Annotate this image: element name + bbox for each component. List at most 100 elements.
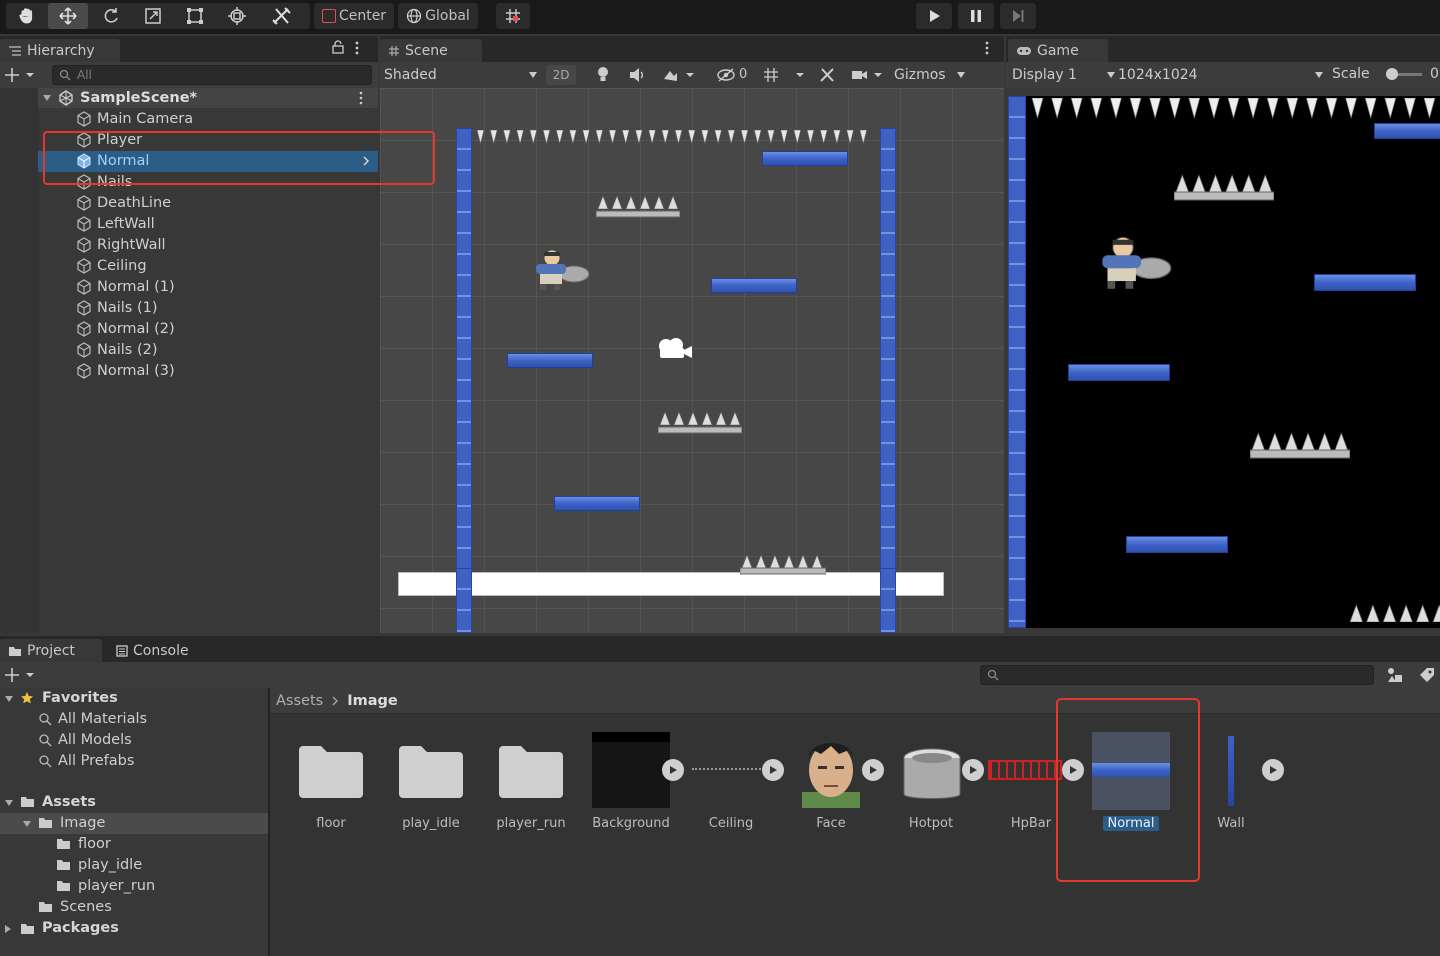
effects-icon[interactable] [662,67,696,83]
scene-more-icon[interactable] [358,91,364,105]
asset-label[interactable]: play_idle [383,816,479,831]
more-options-icon[interactable] [354,40,360,56]
hierarchy-item[interactable]: LeftWall [76,214,155,234]
expand-sprite-icon[interactable] [762,759,784,781]
asset-label[interactable]: Face [783,816,879,831]
tab-game[interactable]: Game [1008,39,1108,62]
background-thumbnail[interactable] [592,732,670,808]
scale-slider-handle[interactable] [1386,68,1398,80]
audio-icon[interactable] [628,67,646,83]
asset-label[interactable]: Hotpot [883,816,979,831]
lock-icon[interactable] [332,40,344,54]
custom-tool-icon[interactable] [260,3,304,29]
gizmos-dropdown[interactable]: Gizmos [894,65,980,85]
grid-snapping-icon[interactable] [496,3,530,29]
hierarchy-item[interactable]: Main Camera [76,109,193,129]
toggle-2d-button[interactable]: 2D [546,65,576,85]
hierarchy-item[interactable]: Ceiling [76,256,147,276]
tab-console[interactable]: Console [108,639,208,662]
hierarchy-item[interactable]: Nails (1) [76,298,158,318]
hotpot-thumbnail[interactable] [900,744,964,808]
hierarchy-search-field[interactable]: All [52,65,372,85]
hidden-objects-toggle[interactable]: 0 [716,67,747,82]
lighting-icon[interactable] [596,66,610,84]
collapse-arrow-icon[interactable] [4,924,12,934]
folder-asset-icon[interactable] [499,744,563,798]
play-button[interactable] [916,3,952,29]
expand-sprite-icon[interactable] [862,759,884,781]
hand-tool-icon[interactable] [8,3,46,29]
pause-button[interactable] [958,3,994,29]
breadcrumb-root[interactable]: Assets [276,693,323,709]
folder-tree-item[interactable]: player_run [56,876,155,896]
pivot-toggle[interactable]: Center [314,3,394,29]
normal-platform[interactable] [711,278,797,293]
asset-label[interactable]: floor [283,816,379,831]
left-wall-sprite [456,128,472,633]
nails-sprite[interactable] [596,195,680,221]
rect-tool-icon[interactable] [176,3,214,29]
filter-by-label-icon[interactable] [1418,666,1436,684]
move-tool-icon[interactable] [48,3,88,29]
hierarchy-item[interactable]: RightWall [76,235,166,255]
camera-icon[interactable] [850,67,886,83]
player-sprite[interactable] [528,248,590,292]
expand-arrow-icon[interactable] [4,695,14,703]
normal-platform[interactable] [507,353,593,368]
hpbar-thumbnail[interactable] [988,760,1062,780]
shading-mode-dropdown[interactable]: Shaded [384,64,538,86]
breadcrumb-current[interactable]: Image [347,693,398,709]
face-thumbnail[interactable] [798,732,864,808]
expand-arrow-icon[interactable] [42,94,52,102]
expand-sprite-icon[interactable] [1262,759,1284,781]
camera-gizmo-icon[interactable] [656,336,696,362]
normal-platform[interactable] [554,496,640,511]
favorite-search-item[interactable]: All Materials [38,709,147,729]
nails-sprite[interactable] [740,554,826,578]
space-toggle[interactable]: Global [398,3,478,29]
hierarchy-item[interactable]: Normal (1) [76,277,175,297]
tools-icon[interactable] [818,66,836,84]
scene-view[interactable] [380,88,1004,633]
grid-visibility-icon[interactable] [762,67,806,83]
game-view[interactable] [1008,96,1440,628]
asset-label[interactable]: Ceiling [683,816,779,831]
tab-hierarchy[interactable]: Hierarchy [0,39,120,62]
step-button[interactable] [1000,3,1036,29]
display-dropdown[interactable]: Display 1 [1012,64,1116,86]
transform-tool-icon[interactable] [218,3,256,29]
folder-tree-item[interactable]: Scenes [38,897,112,917]
tab-scene[interactable]: Scene [380,39,482,62]
rotate-tool-icon[interactable] [92,3,130,29]
asset-label[interactable]: Background [583,816,679,831]
favorite-search-item[interactable]: All Models [38,730,132,750]
resolution-dropdown[interactable]: 1024x1024 [1118,64,1324,86]
nails-sprite[interactable] [658,411,742,437]
ceiling-thumbnail[interactable] [692,768,768,770]
favorite-search-item[interactable]: All Prefabs [38,751,134,771]
hierarchy-item[interactable]: Normal (2) [76,319,175,339]
normal-platform[interactable] [762,151,848,166]
hierarchy-item[interactable]: DeathLine [76,193,171,213]
expand-arrow-icon[interactable] [4,799,14,807]
asset-label[interactable]: player_run [483,816,579,831]
packages-label[interactable]: Packages [42,918,119,938]
expand-sprite-icon[interactable] [662,759,684,781]
folder-tree-item[interactable]: play_idle [56,855,142,875]
expand-arrow-icon[interactable] [22,820,32,828]
tab-project[interactable]: Project [0,639,102,662]
add-object-icon[interactable] [4,66,38,84]
scene-more-options-icon[interactable] [984,40,990,56]
hierarchy-item[interactable]: Nails (2) [76,340,158,360]
expand-sprite-icon[interactable] [962,759,984,781]
folder-asset-icon[interactable] [299,744,363,798]
wall-thumbnail[interactable] [1228,736,1234,806]
create-asset-icon[interactable] [4,666,38,684]
hierarchy-item[interactable]: Normal (3) [76,361,175,381]
filter-by-type-icon[interactable] [1386,666,1404,684]
folder-asset-icon[interactable] [399,744,463,798]
folder-tree-item[interactable]: floor [56,834,111,854]
scale-tool-icon[interactable] [134,3,172,29]
project-search-field[interactable] [980,665,1374,685]
folder-tree-item[interactable]: Image [38,813,105,833]
